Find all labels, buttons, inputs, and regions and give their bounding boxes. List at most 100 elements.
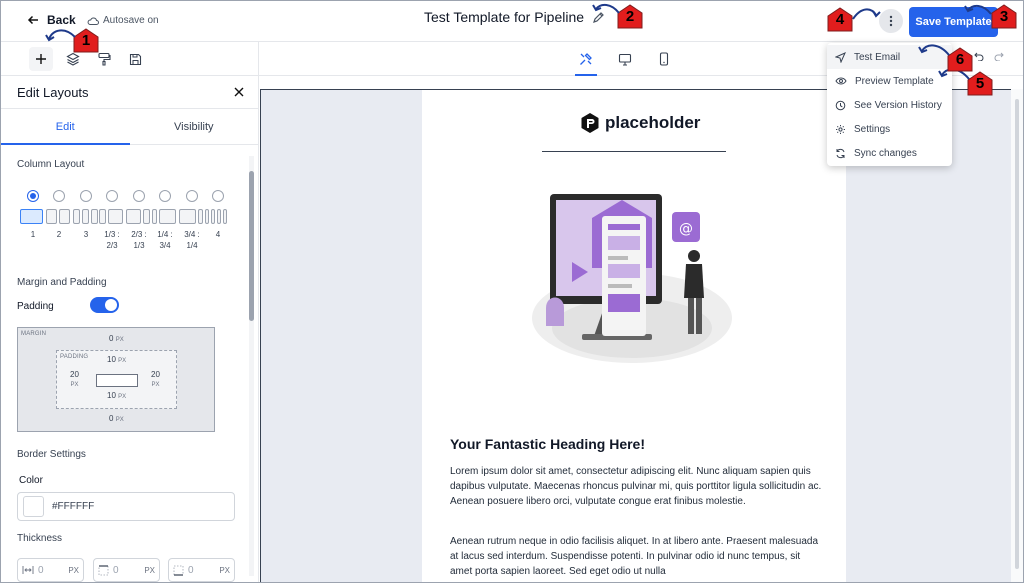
column-radio-3[interactable] bbox=[80, 190, 92, 202]
column-radio-1-3-2-3[interactable] bbox=[106, 190, 118, 202]
save-icon bbox=[129, 53, 141, 65]
panel-scroll-thumb[interactable] bbox=[249, 171, 254, 321]
email-logo: placeholder bbox=[580, 112, 700, 134]
column-label-3-4-1-4: 3/4 : 1/4 bbox=[184, 230, 200, 250]
thickness-all-input[interactable]: 0 PX bbox=[17, 558, 84, 582]
edit-layouts-panel: Edit Layouts Edit Visibility Column Layo… bbox=[1, 76, 259, 582]
annotation-number: 3 bbox=[999, 8, 1009, 25]
border-top-icon bbox=[98, 564, 109, 575]
panel-tabs: Edit Visibility bbox=[1, 109, 258, 145]
logo-text: placeholder bbox=[605, 113, 701, 132]
thickness-bottom-input[interactable]: 0 PX bbox=[168, 558, 235, 582]
redo-icon[interactable] bbox=[994, 51, 1004, 61]
padding-toggle[interactable] bbox=[90, 297, 119, 313]
tab-edit[interactable]: Edit bbox=[1, 109, 130, 145]
annotation-arrow-6 bbox=[918, 44, 950, 56]
column-radio-3-4-1-4[interactable] bbox=[186, 190, 198, 202]
mobile-view-button[interactable] bbox=[653, 48, 675, 70]
plus-icon bbox=[36, 54, 46, 64]
column-label-1-4-3-4: 1/4 : 3/4 bbox=[157, 230, 173, 250]
column-thumb-2-3-1-3[interactable] bbox=[126, 209, 150, 224]
annotation-arrow-2 bbox=[592, 3, 620, 14]
padding-left-value[interactable]: 20 PX bbox=[70, 370, 79, 388]
gear-icon bbox=[836, 124, 845, 134]
panel-scrollbar[interactable] bbox=[249, 156, 254, 576]
column-label-4: 4 bbox=[215, 230, 221, 239]
autosave-label: Autosave on bbox=[103, 15, 159, 26]
color-value: #FFFFFF bbox=[52, 501, 95, 512]
mobile-icon bbox=[659, 52, 669, 66]
margin-box-label: MARGIN bbox=[21, 331, 47, 337]
margin-box: MARGIN 0 PX PADDING 10 PX 20 PX 20 PX 10 P… bbox=[17, 327, 215, 432]
column-thumb-3[interactable] bbox=[73, 209, 98, 224]
more-options-button[interactable] bbox=[879, 9, 903, 33]
padding-top-unit: PX bbox=[118, 358, 127, 364]
email-paragraph-2[interactable]: Aenean rutrum neque in odio facilisis al… bbox=[450, 535, 822, 579]
column-radio-2[interactable] bbox=[53, 190, 65, 202]
column-label-1: 1 bbox=[30, 230, 36, 239]
back-label: Back bbox=[47, 13, 76, 27]
design-view-button[interactable] bbox=[575, 48, 597, 76]
column-radio-1-4-3-4[interactable] bbox=[159, 190, 171, 202]
history-controls bbox=[974, 51, 1004, 61]
menu-item-label: Test Email bbox=[854, 51, 901, 63]
padding-top-value[interactable]: 10 PX bbox=[107, 355, 126, 364]
margin-padding-label: Margin and Padding bbox=[17, 277, 107, 288]
kebab-menu-icon bbox=[889, 15, 893, 27]
email-body[interactable]: placeholder @ Your Fantastic Heading Her… bbox=[422, 90, 846, 582]
margin-top-value[interactable]: 0 PX bbox=[109, 334, 124, 343]
column-thumb-2[interactable] bbox=[46, 209, 70, 224]
canvas-scroll-thumb[interactable] bbox=[1015, 99, 1019, 569]
border-settings-label: Border Settings bbox=[17, 449, 86, 460]
menu-item-label: See Version History bbox=[854, 99, 942, 111]
annotation-marker-4: 4 bbox=[827, 7, 853, 32]
column-thumb-1-4-3-4[interactable] bbox=[152, 209, 176, 224]
margin-bottom-number: 0 bbox=[109, 414, 114, 423]
column-radio-1[interactable] bbox=[27, 190, 39, 202]
template-title: Test Template for Pipeline bbox=[424, 9, 605, 25]
padding-bottom-value[interactable]: 10 PX bbox=[107, 391, 126, 400]
email-illustration: @ bbox=[532, 194, 732, 363]
canvas-scrollbar[interactable] bbox=[1011, 89, 1023, 582]
menu-item-settings[interactable]: Settings bbox=[827, 117, 952, 141]
thickness-top-input[interactable]: 0 PX bbox=[93, 558, 160, 582]
arrow-left-icon bbox=[27, 15, 38, 25]
menu-item-label: Sync changes bbox=[854, 147, 917, 159]
column-thumb-3-4-1-4[interactable] bbox=[179, 209, 203, 224]
tab-visibility[interactable]: Visibility bbox=[130, 109, 259, 144]
sync-icon bbox=[836, 148, 845, 158]
design-tools-icon bbox=[580, 53, 592, 65]
menu-item-sync-changes[interactable]: Sync changes bbox=[827, 141, 952, 165]
thickness-top-unit: PX bbox=[144, 565, 155, 575]
column-thumb-1-3-2-3[interactable] bbox=[99, 209, 123, 224]
back-button[interactable]: Back bbox=[27, 13, 76, 27]
column-radio-2-3-1-3[interactable] bbox=[133, 190, 145, 202]
column-radio-4[interactable] bbox=[212, 190, 224, 202]
save-draft-button[interactable] bbox=[123, 47, 147, 71]
menu-item-label: Settings bbox=[854, 123, 891, 135]
history-icon bbox=[835, 100, 846, 110]
logo-hexagon-icon bbox=[581, 113, 599, 133]
add-block-button[interactable] bbox=[29, 47, 53, 71]
margin-bottom-unit: PX bbox=[115, 417, 124, 423]
undo-icon[interactable] bbox=[974, 51, 984, 61]
border-color-field[interactable]: #FFFFFF bbox=[17, 492, 235, 521]
editor-toolbar bbox=[1, 42, 259, 76]
menu-item-preview-template[interactable]: Preview Template bbox=[827, 69, 952, 93]
column-thumb-1[interactable] bbox=[20, 209, 43, 224]
close-icon[interactable] bbox=[234, 87, 244, 97]
email-heading[interactable]: Your Fantastic Heading Here! bbox=[450, 436, 645, 452]
margin-bottom-value[interactable]: 0 PX bbox=[109, 414, 124, 423]
padding-bottom-unit: PX bbox=[118, 394, 127, 400]
column-label-2-3-1-3: 2/3 : 1/3 bbox=[131, 230, 147, 250]
padding-box: PADDING 10 PX 20 PX 20 PX 10 PX bbox=[56, 350, 177, 409]
desktop-view-button[interactable] bbox=[614, 48, 636, 70]
column-label-3: 3 bbox=[83, 230, 89, 239]
color-label: Color bbox=[19, 475, 43, 486]
email-paragraph-1[interactable]: Lorem ipsum dolor sit amet, consectetur … bbox=[450, 465, 822, 509]
column-thumb-4[interactable] bbox=[205, 209, 227, 224]
padding-right-value[interactable]: 20 PX bbox=[151, 370, 160, 388]
color-swatch[interactable] bbox=[23, 496, 44, 517]
menu-item-version-history[interactable]: See Version History bbox=[827, 93, 952, 117]
annotation-marker-3: 3 bbox=[991, 4, 1017, 29]
